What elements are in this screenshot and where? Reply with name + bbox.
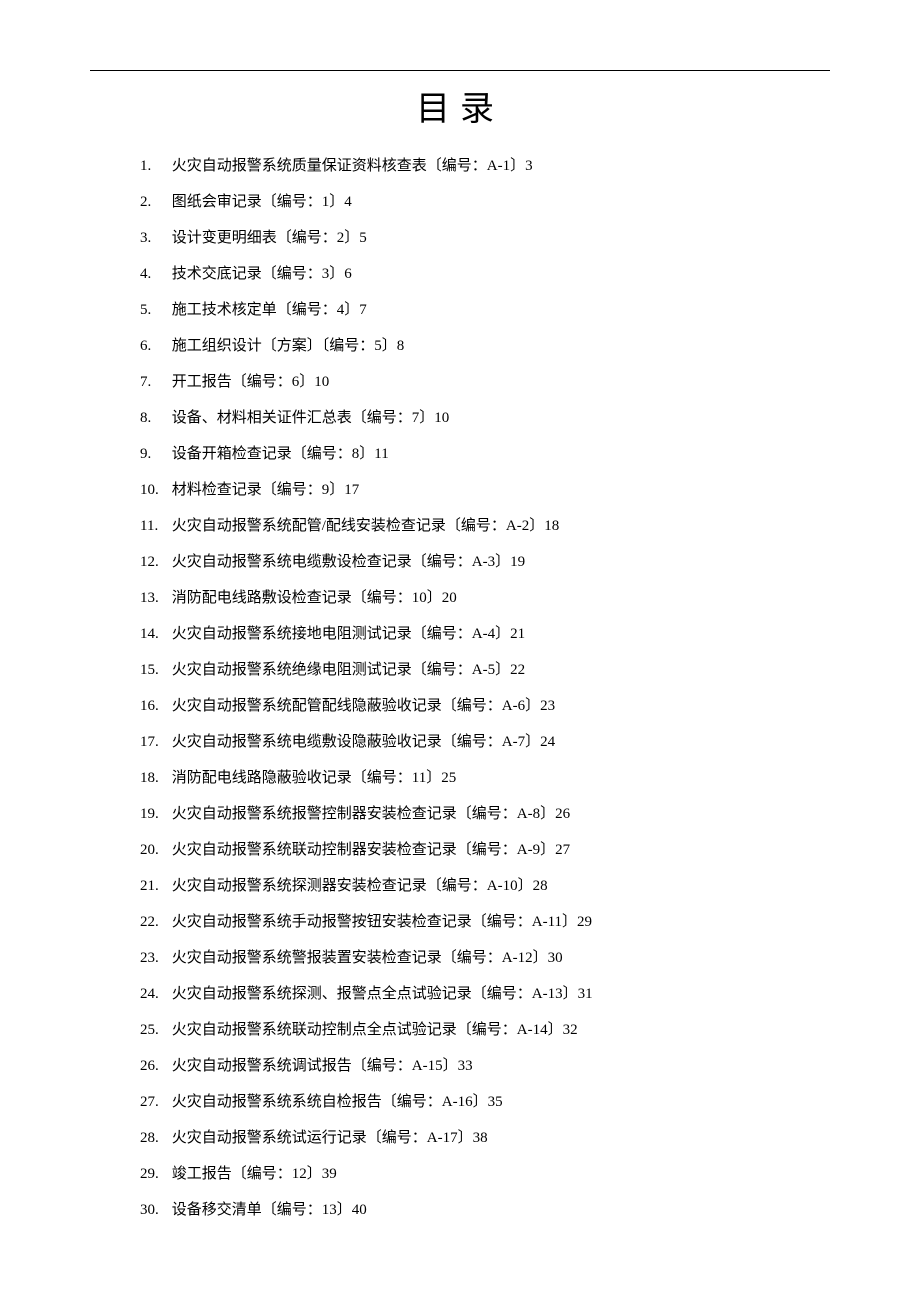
toc-entry-number: 5. bbox=[140, 292, 168, 328]
toc-entry-text: 设备移交清单〔编号：13〕40 bbox=[172, 1202, 367, 1218]
toc-entry-text: 火灾自动报警系统联动控制器安装检查记录〔编号：A-9〕27 bbox=[172, 842, 570, 858]
toc-entry-number: 26. bbox=[140, 1048, 168, 1084]
toc-entry-text: 施工技术核定单〔编号：4〕7 bbox=[172, 302, 367, 318]
toc-entry-text: 技术交底记录〔编号：3〕6 bbox=[172, 266, 352, 282]
toc-entry: 23. 火灾自动报警系统警报装置安装检查记录〔编号：A-12〕30 bbox=[140, 940, 860, 976]
toc-entry-number: 11. bbox=[140, 508, 168, 544]
toc-entry-number: 29. bbox=[140, 1156, 168, 1192]
toc-entry-text: 图纸会审记录〔编号：1〕4 bbox=[172, 194, 352, 210]
toc-entry: 27. 火灾自动报警系统系统自检报告〔编号：A-16〕35 bbox=[140, 1084, 860, 1120]
toc-entry: 25. 火灾自动报警系统联动控制点全点试验记录〔编号：A-14〕32 bbox=[140, 1012, 860, 1048]
toc-entry: 11. 火灾自动报警系统配管/配线安装检查记录〔编号：A-2〕18 bbox=[140, 508, 860, 544]
toc-entry: 7. 开工报告〔编号：6〕10 bbox=[140, 364, 860, 400]
toc-entry: 16. 火灾自动报警系统配管配线隐蔽验收记录〔编号：A-6〕23 bbox=[140, 688, 860, 724]
toc-entry-number: 9. bbox=[140, 436, 168, 472]
page-title: 目录 bbox=[60, 81, 860, 130]
toc-entry-number: 20. bbox=[140, 832, 168, 868]
toc-entry: 26. 火灾自动报警系统调试报告〔编号：A-15〕33 bbox=[140, 1048, 860, 1084]
toc-entry-number: 24. bbox=[140, 976, 168, 1012]
toc-entry-number: 27. bbox=[140, 1084, 168, 1120]
toc-entry-number: 13. bbox=[140, 580, 168, 616]
toc-entry-text: 火灾自动报警系统联动控制点全点试验记录〔编号：A-14〕32 bbox=[172, 1022, 578, 1038]
toc-entry-number: 15. bbox=[140, 652, 168, 688]
header-rule bbox=[90, 70, 830, 71]
toc-entry-text: 消防配电线路隐蔽验收记录〔编号：11〕25 bbox=[172, 770, 456, 786]
toc-entry-number: 1. bbox=[140, 148, 168, 184]
toc-entry: 21. 火灾自动报警系统探测器安装检查记录〔编号：A-10〕28 bbox=[140, 868, 860, 904]
toc-entry: 28. 火灾自动报警系统试运行记录〔编号：A-17〕38 bbox=[140, 1120, 860, 1156]
toc-entry: 5. 施工技术核定单〔编号：4〕7 bbox=[140, 292, 860, 328]
toc-entry-text: 火灾自动报警系统配管配线隐蔽验收记录〔编号：A-6〕23 bbox=[172, 698, 555, 714]
toc-entry: 9. 设备开箱检查记录〔编号：8〕11 bbox=[140, 436, 860, 472]
toc-entry-number: 3. bbox=[140, 220, 168, 256]
toc-entry: 13. 消防配电线路敷设检查记录〔编号：10〕20 bbox=[140, 580, 860, 616]
toc-entry-text: 火灾自动报警系统系统自检报告〔编号：A-16〕35 bbox=[172, 1094, 503, 1110]
toc-entry-number: 8. bbox=[140, 400, 168, 436]
toc-entry-number: 28. bbox=[140, 1120, 168, 1156]
toc-entry-text: 火灾自动报警系统手动报警按钮安装检查记录〔编号：A-11〕29 bbox=[172, 914, 592, 930]
toc-entry: 19. 火灾自动报警系统报警控制器安装检查记录〔编号：A-8〕26 bbox=[140, 796, 860, 832]
toc-entry-number: 25. bbox=[140, 1012, 168, 1048]
toc-entry-text: 火灾自动报警系统探测、报警点全点试验记录〔编号：A-13〕31 bbox=[172, 986, 593, 1002]
toc-entry-text: 开工报告〔编号：6〕10 bbox=[172, 374, 330, 390]
toc-entry-text: 火灾自动报警系统电缆敷设检查记录〔编号：A-3〕19 bbox=[172, 554, 525, 570]
toc-entry-number: 17. bbox=[140, 724, 168, 760]
toc-entry: 30. 设备移交清单〔编号：13〕40 bbox=[140, 1192, 860, 1228]
toc-entry-text: 设备开箱检查记录〔编号：8〕11 bbox=[172, 446, 389, 462]
toc-entry-number: 23. bbox=[140, 940, 168, 976]
toc-entry-number: 16. bbox=[140, 688, 168, 724]
toc-entry-number: 7. bbox=[140, 364, 168, 400]
table-of-contents: 1. 火灾自动报警系统质量保证资料核查表〔编号：A-1〕32. 图纸会审记录〔编… bbox=[60, 148, 860, 1228]
toc-entry-text: 设备、材料相关证件汇总表〔编号：7〕10 bbox=[172, 410, 450, 426]
toc-entry-text: 消防配电线路敷设检查记录〔编号：10〕20 bbox=[172, 590, 457, 606]
toc-entry-number: 6. bbox=[140, 328, 168, 364]
toc-entry: 15. 火灾自动报警系统绝缘电阻测试记录〔编号：A-5〕22 bbox=[140, 652, 860, 688]
toc-entry-text: 施工组织设计〔方案〕〔编号：5〕8 bbox=[172, 338, 405, 354]
toc-entry: 24. 火灾自动报警系统探测、报警点全点试验记录〔编号：A-13〕31 bbox=[140, 976, 860, 1012]
toc-entry-text: 设计变更明细表〔编号：2〕5 bbox=[172, 230, 367, 246]
toc-entry-number: 2. bbox=[140, 184, 168, 220]
toc-entry: 10. 材料检查记录〔编号：9〕17 bbox=[140, 472, 860, 508]
toc-entry-text: 火灾自动报警系统探测器安装检查记录〔编号：A-10〕28 bbox=[172, 878, 548, 894]
toc-entry-number: 4. bbox=[140, 256, 168, 292]
toc-entry: 20. 火灾自动报警系统联动控制器安装检查记录〔编号：A-9〕27 bbox=[140, 832, 860, 868]
toc-entry-text: 火灾自动报警系统调试报告〔编号：A-15〕33 bbox=[172, 1058, 473, 1074]
toc-entry: 2. 图纸会审记录〔编号：1〕4 bbox=[140, 184, 860, 220]
toc-entry-text: 火灾自动报警系统质量保证资料核查表〔编号：A-1〕3 bbox=[172, 158, 533, 174]
toc-entry: 29. 竣工报告〔编号：12〕39 bbox=[140, 1156, 860, 1192]
toc-entry: 3. 设计变更明细表〔编号：2〕5 bbox=[140, 220, 860, 256]
toc-entry: 6. 施工组织设计〔方案〕〔编号：5〕8 bbox=[140, 328, 860, 364]
toc-entry-number: 18. bbox=[140, 760, 168, 796]
toc-entry-text: 火灾自动报警系统试运行记录〔编号：A-17〕38 bbox=[172, 1130, 488, 1146]
toc-entry: 14. 火灾自动报警系统接地电阻测试记录〔编号：A-4〕21 bbox=[140, 616, 860, 652]
toc-entry: 1. 火灾自动报警系统质量保证资料核查表〔编号：A-1〕3 bbox=[140, 148, 860, 184]
toc-entry-text: 火灾自动报警系统报警控制器安装检查记录〔编号：A-8〕26 bbox=[172, 806, 570, 822]
toc-entry: 22. 火灾自动报警系统手动报警按钮安装检查记录〔编号：A-11〕29 bbox=[140, 904, 860, 940]
toc-entry: 8. 设备、材料相关证件汇总表〔编号：7〕10 bbox=[140, 400, 860, 436]
toc-entry-text: 火灾自动报警系统配管/配线安装检查记录〔编号：A-2〕18 bbox=[172, 518, 560, 534]
toc-entry-text: 竣工报告〔编号：12〕39 bbox=[172, 1166, 337, 1182]
toc-entry-text: 材料检查记录〔编号：9〕17 bbox=[172, 482, 360, 498]
toc-entry-number: 14. bbox=[140, 616, 168, 652]
toc-entry: 17. 火灾自动报警系统电缆敷设隐蔽验收记录〔编号：A-7〕24 bbox=[140, 724, 860, 760]
toc-entry-number: 30. bbox=[140, 1192, 168, 1228]
toc-entry: 4. 技术交底记录〔编号：3〕6 bbox=[140, 256, 860, 292]
toc-entry-number: 12. bbox=[140, 544, 168, 580]
toc-entry-text: 火灾自动报警系统电缆敷设隐蔽验收记录〔编号：A-7〕24 bbox=[172, 734, 555, 750]
toc-entry-number: 19. bbox=[140, 796, 168, 832]
toc-entry: 12. 火灾自动报警系统电缆敷设检查记录〔编号：A-3〕19 bbox=[140, 544, 860, 580]
toc-entry-number: 21. bbox=[140, 868, 168, 904]
toc-entry-text: 火灾自动报警系统接地电阻测试记录〔编号：A-4〕21 bbox=[172, 626, 525, 642]
toc-entry-text: 火灾自动报警系统警报装置安装检查记录〔编号：A-12〕30 bbox=[172, 950, 563, 966]
toc-entry-number: 10. bbox=[140, 472, 168, 508]
toc-entry-text: 火灾自动报警系统绝缘电阻测试记录〔编号：A-5〕22 bbox=[172, 662, 525, 678]
toc-entry: 18. 消防配电线路隐蔽验收记录〔编号：11〕25 bbox=[140, 760, 860, 796]
toc-entry-number: 22. bbox=[140, 904, 168, 940]
